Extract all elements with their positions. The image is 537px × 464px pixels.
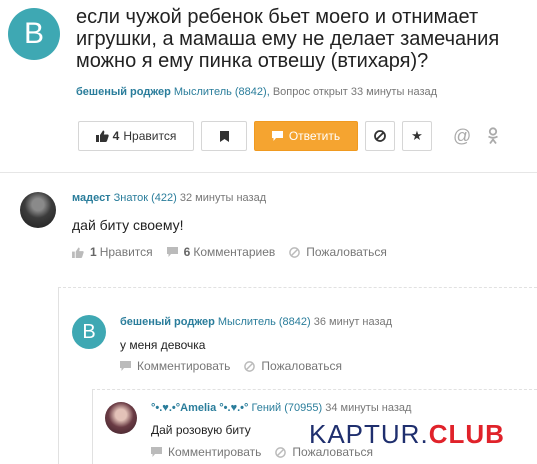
comment-icon: [151, 447, 162, 457]
reply-comment-button[interactable]: Комментировать: [120, 359, 230, 373]
answer-time: 32 минуты назад: [179, 192, 267, 204]
thumbs-up-icon: [95, 130, 109, 142]
question-action-bar: 4 Нравится Ответить ★ @: [78, 121, 515, 151]
nested-reply-meta: °•.♥.•°Amelia °•.♥.•° Гений (70955) 34 м…: [151, 402, 411, 414]
nested-reply-time: 34 минуты назад: [325, 402, 412, 414]
watermark-part1: KAPTUR.: [309, 419, 429, 449]
bookmark-button[interactable]: [201, 121, 247, 151]
question-title: если чужой ребенок бьет моего и отнимает…: [76, 6, 500, 72]
answer-report-button[interactable]: Пожаловаться: [289, 245, 387, 259]
block-icon: [289, 246, 301, 258]
reply-text: у меня девочка: [120, 338, 206, 352]
reply-comment-label: Комментировать: [137, 359, 231, 373]
bookmark-icon: [219, 130, 229, 142]
answer-like-button[interactable]: 1 Нравится: [72, 245, 153, 259]
nested-reply-text: Дай розовую биту: [151, 423, 251, 437]
reply-actions: Комментировать Пожаловаться: [120, 359, 356, 373]
answer-comments-count: 6: [183, 245, 191, 259]
reply-author-rank[interactable]: Мыслитель (8842): [218, 316, 311, 328]
nested-reply-comment-button[interactable]: Комментировать: [151, 445, 261, 459]
thumbs-up-icon: [72, 246, 84, 258]
author-link[interactable]: бешеный роджер: [76, 86, 171, 98]
favorite-button[interactable]: ★: [402, 121, 432, 151]
block-icon: [275, 446, 287, 458]
nested-reply-author-rank[interactable]: Гений (70955): [251, 402, 322, 414]
odnoklassniki-icon[interactable]: [487, 127, 499, 145]
author-rank[interactable]: Мыслитель (8842),: [174, 86, 270, 98]
nested-reply-comment-label: Комментировать: [168, 445, 262, 459]
reply-avatar[interactable]: B: [72, 315, 106, 349]
block-icon: [374, 130, 386, 142]
answer-actions: 1 Нравится 6 Комментариев Пожаловаться: [72, 245, 401, 259]
comment-icon: [271, 131, 283, 141]
watermark-part2: CLUB: [428, 419, 505, 449]
comment-icon: [120, 361, 131, 371]
star-icon: ★: [411, 128, 423, 143]
watermark: KAPTUR.CLUB: [309, 419, 505, 450]
answer-text: дай биту своему!: [72, 217, 184, 233]
nested-reply-author-link[interactable]: °•.♥.•°Amelia °•.♥.•°: [151, 402, 248, 414]
like-label: Нравится: [123, 129, 177, 143]
author-avatar[interactable]: B: [8, 8, 60, 60]
divider: [0, 172, 537, 173]
like-count: 4: [112, 129, 120, 143]
reply-report-label: Пожаловаться: [261, 359, 342, 373]
comment-icon: [166, 247, 178, 257]
like-button[interactable]: 4 Нравится: [78, 121, 194, 151]
answer-button[interactable]: Ответить: [254, 121, 358, 151]
answer-like-count: 1: [90, 245, 97, 259]
answer-author-rank[interactable]: Знаток (422): [114, 192, 177, 204]
answer-comments-label: Комментариев: [193, 245, 276, 259]
answer-report-label: Пожаловаться: [306, 245, 387, 259]
at-sign-icon[interactable]: @: [453, 126, 471, 147]
question-status: Вопрос открыт 33 минуты назад: [272, 86, 438, 98]
answer-author-link[interactable]: мадест: [72, 192, 111, 204]
avatar[interactable]: [20, 192, 56, 228]
question-meta: бешеный роджер Мыслитель (8842), Вопрос …: [76, 86, 437, 98]
reply-report-button[interactable]: Пожаловаться: [244, 359, 342, 373]
reply-time: 36 минут назад: [313, 316, 393, 328]
block-button[interactable]: [365, 121, 395, 151]
answer-comments-button[interactable]: 6 Комментариев: [166, 245, 276, 259]
reply-meta: бешеный роджер Мыслитель (8842) 36 минут…: [120, 316, 392, 328]
block-icon: [244, 360, 256, 372]
answer-label: Ответить: [288, 129, 341, 143]
reply-author-link[interactable]: бешеный роджер: [120, 316, 215, 328]
answer-meta: мадест Знаток (422) 32 минуты назад: [72, 192, 266, 204]
avatar[interactable]: [105, 402, 137, 434]
answer-like-label: Нравится: [99, 245, 153, 259]
